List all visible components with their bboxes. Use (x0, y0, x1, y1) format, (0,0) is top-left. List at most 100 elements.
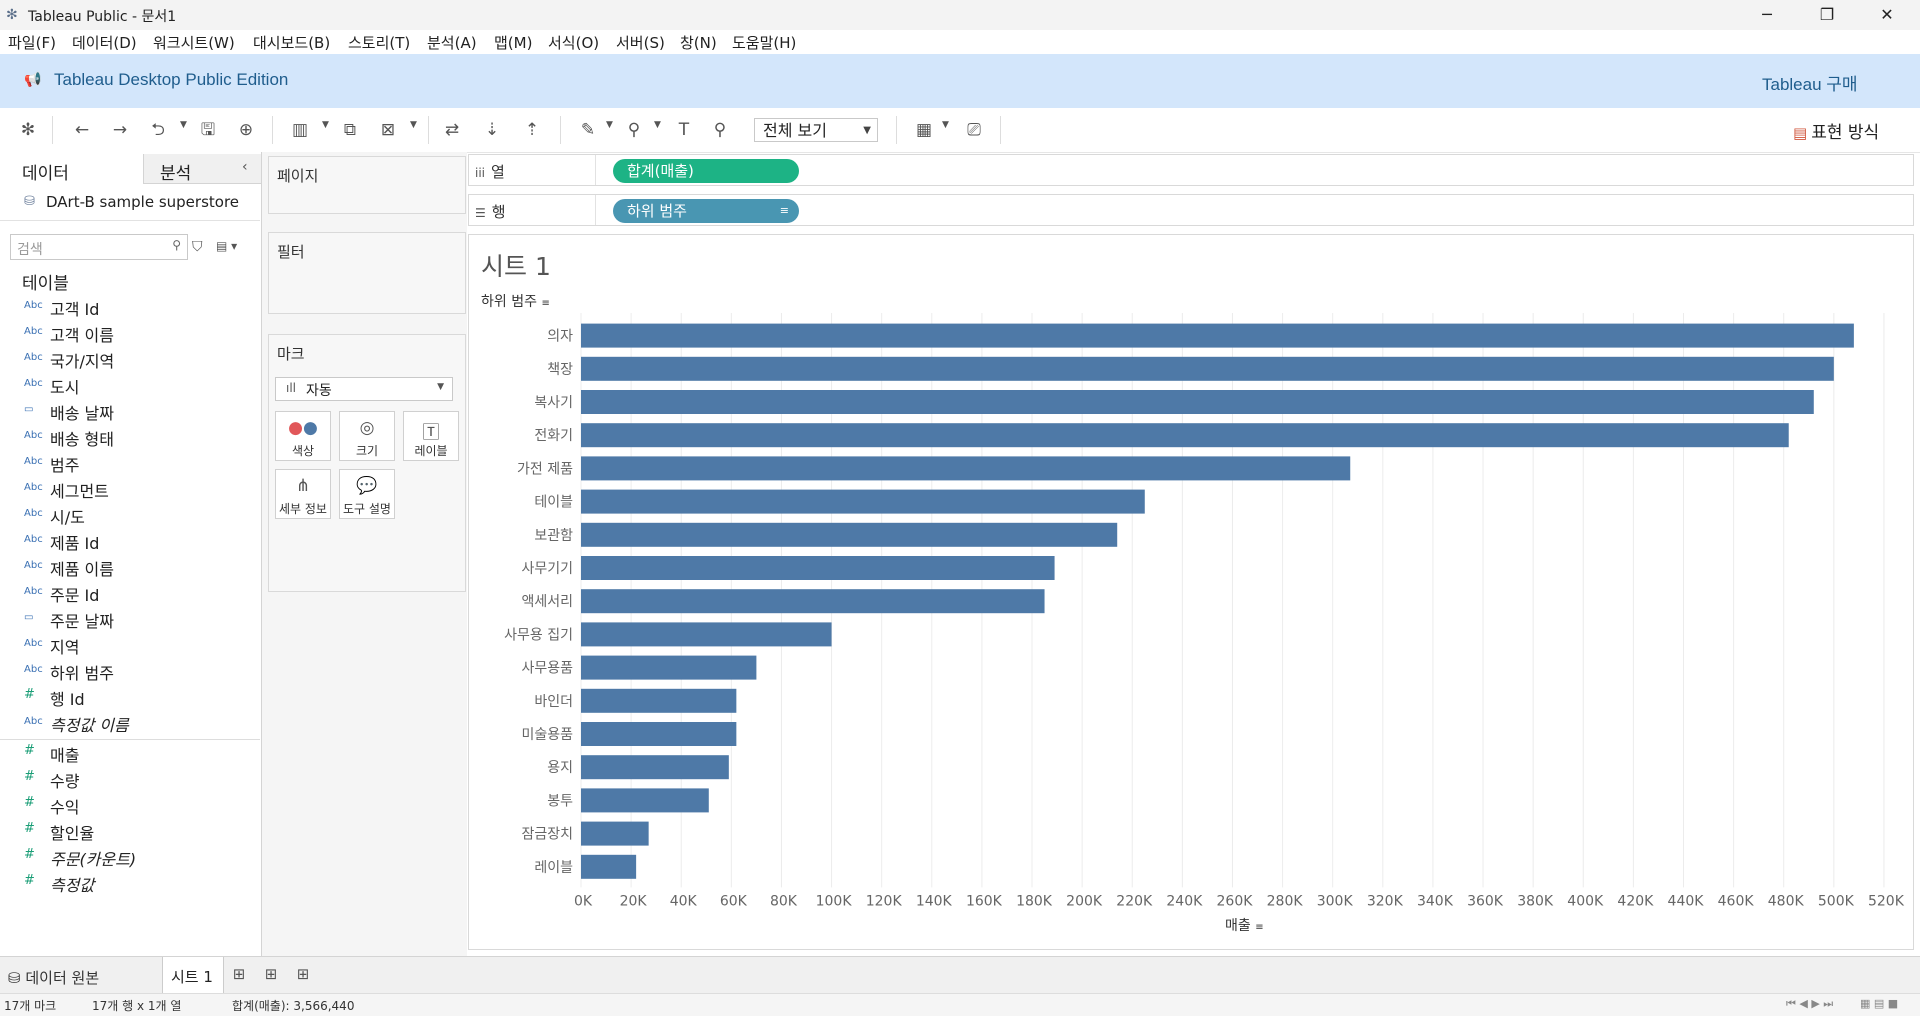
tab-analysis[interactable]: 분석 ‹ (143, 154, 261, 184)
category-label[interactable]: 의자 (547, 329, 573, 345)
x-axis-title[interactable]: 매출 ≡ (1225, 915, 1264, 935)
show-me-button[interactable]: ▤ 표현 방식 (1793, 118, 1879, 143)
measure-field[interactable]: # 매출 (0, 740, 260, 766)
menu-file[interactable]: 파일(F) (8, 32, 56, 53)
dimension-field[interactable]: Abc 고객 Id (0, 294, 260, 320)
sort-ascending-icon[interactable]: ⇣ (478, 118, 506, 142)
restore-button[interactable]: ❐ (1798, 0, 1856, 30)
show-mark-labels-icon[interactable]: T (670, 118, 698, 142)
category-label[interactable]: 잠금장치 (521, 827, 573, 843)
bar[interactable] (581, 489, 1145, 514)
new-dashboard-tab-icon[interactable]: ⊞ (258, 965, 284, 985)
bar[interactable] (581, 390, 1814, 414)
tooltip-button[interactable]: 💬 도구 설명 (339, 469, 395, 519)
dimension-field[interactable]: Abc 제품 이름 (0, 554, 260, 580)
category-label[interactable]: 사무용품 (521, 661, 573, 677)
category-label[interactable]: 미술용품 (521, 727, 573, 743)
bar[interactable] (581, 356, 1834, 381)
group-members-icon[interactable]: ⚲ (620, 118, 648, 142)
measure-field[interactable]: # 수량 (0, 766, 260, 792)
buy-tableau-link[interactable]: Tableau 구매 (1762, 70, 1858, 95)
bar[interactable] (581, 589, 1045, 614)
dimension-field[interactable]: Abc 시/도 (0, 502, 260, 528)
menu-server[interactable]: 서버(S) (616, 32, 665, 53)
new-worksheet-icon[interactable]: ▥ (286, 118, 314, 142)
replay-icon[interactable]: ⮌ (144, 118, 172, 142)
new-worksheet-dropdown-icon[interactable]: ▼ (322, 120, 329, 130)
category-label[interactable]: 봉투 (547, 793, 573, 809)
filters-card[interactable]: 필터 (268, 232, 466, 314)
bar[interactable] (581, 688, 737, 713)
sheet-view-icons[interactable]: ▦ ▤ ■ (1860, 997, 1898, 1010)
menu-worksheet[interactable]: 워크시트(W) (153, 32, 235, 53)
bar[interactable] (581, 556, 1055, 580)
dimension-field[interactable]: Abc 주문 Id (0, 580, 260, 606)
sort-descending-icon[interactable]: ⇡ (518, 118, 546, 142)
dimension-field[interactable]: Abc 하위 범주 (0, 658, 260, 684)
clear-dropdown-icon[interactable]: ▼ (410, 120, 417, 130)
sheet-nav-icons[interactable]: ⏮ ◀ ▶ ⏭ (1786, 997, 1833, 1011)
menu-window[interactable]: 창(N) (680, 32, 717, 53)
bar[interactable] (581, 423, 1789, 448)
menu-help[interactable]: 도움말(H) (732, 32, 796, 53)
presentation-mode-icon[interactable]: ⎚ (960, 118, 988, 142)
menu-format[interactable]: 서식(O) (548, 32, 599, 53)
view-options-icon[interactable]: ▤ ▾ (216, 239, 237, 253)
category-label[interactable]: 용지 (547, 760, 573, 776)
duplicate-sheet-icon[interactable]: ⧉ (336, 118, 364, 142)
replay-dropdown-icon[interactable]: ▼ (180, 120, 187, 130)
minimize-button[interactable]: ─ (1738, 0, 1796, 30)
bar[interactable] (581, 323, 1854, 348)
dimension-field[interactable]: ▭ 주문 날짜 (0, 606, 260, 632)
save-icon[interactable]: 🖫 (194, 118, 222, 142)
row-header[interactable]: 하위 범주 ≡ (481, 291, 550, 311)
menu-data[interactable]: 데이터(D) (72, 32, 137, 53)
sheet-tab[interactable]: 시트 1 (162, 957, 224, 993)
menu-map[interactable]: 맵(M) (494, 32, 532, 53)
bar[interactable] (581, 821, 649, 846)
category-label[interactable]: 바인더 (534, 694, 573, 710)
columns-pill[interactable]: 합계(매출) (613, 159, 799, 183)
close-button[interactable]: ✕ (1858, 0, 1916, 30)
dimension-field[interactable]: # 행 Id (0, 684, 260, 710)
measure-field[interactable]: # 측정값 (0, 870, 260, 896)
mark-type-select[interactable]: ıll 자동 ▼ (275, 377, 453, 401)
bar[interactable] (581, 722, 737, 746)
swap-rows-columns-icon[interactable]: ⇄ (438, 118, 466, 142)
highlight-icon[interactable]: ✎ (574, 118, 602, 142)
category-label[interactable]: 전화기 (534, 428, 573, 444)
show-cards-icon[interactable]: ▦ (910, 118, 938, 142)
new-story-tab-icon[interactable]: ⊞ (290, 965, 316, 985)
bar[interactable] (581, 655, 757, 680)
category-label[interactable]: 사무기기 (521, 561, 573, 577)
bar[interactable] (581, 456, 1351, 481)
size-button[interactable]: ◎ 크기 (339, 411, 395, 461)
dimension-field[interactable]: Abc 국가/지역 (0, 346, 260, 372)
measure-field[interactable]: # 주문(카운트) (0, 844, 260, 870)
category-label[interactable]: 복사기 (534, 395, 573, 411)
new-datasource-icon[interactable]: ⊕ (232, 118, 260, 142)
dimension-field[interactable]: Abc 배송 형태 (0, 424, 260, 450)
cards-dropdown-icon[interactable]: ▼ (942, 120, 949, 130)
category-label[interactable]: 액세서리 (521, 594, 573, 610)
datasource-tab[interactable]: ⛁ 데이터 원본 (8, 967, 99, 988)
collapse-pane-icon[interactable]: ‹ (242, 159, 248, 175)
datasource-item[interactable]: ⛁ DArt-B sample superstore (0, 184, 260, 221)
rows-pill[interactable]: 하위 범주 ≡ (613, 199, 799, 223)
dimension-field[interactable]: Abc 고객 이름 (0, 320, 260, 346)
menu-analysis[interactable]: 분석(A) (427, 32, 477, 53)
label-button[interactable]: 🅃 레이블 (403, 411, 459, 461)
new-worksheet-tab-icon[interactable]: ⊞ (226, 965, 252, 985)
measure-field[interactable]: # 수익 (0, 792, 260, 818)
bar[interactable] (581, 854, 637, 879)
rows-shelf[interactable]: ☰ 행 하위 범주 ≡ (468, 194, 1914, 226)
category-label[interactable]: 책장 (547, 362, 573, 378)
category-label[interactable]: 보관함 (534, 528, 573, 544)
highlight-dropdown-icon[interactable]: ▼ (606, 120, 613, 130)
category-label[interactable]: 사무용 집기 (504, 627, 573, 643)
pages-card[interactable]: 페이지 (268, 156, 466, 214)
bar[interactable] (581, 622, 832, 647)
color-button[interactable]: ●● 색상 (275, 411, 331, 461)
menu-dashboard[interactable]: 대시보드(B) (253, 32, 330, 53)
clear-sheet-icon[interactable]: ⊠ (374, 118, 402, 142)
